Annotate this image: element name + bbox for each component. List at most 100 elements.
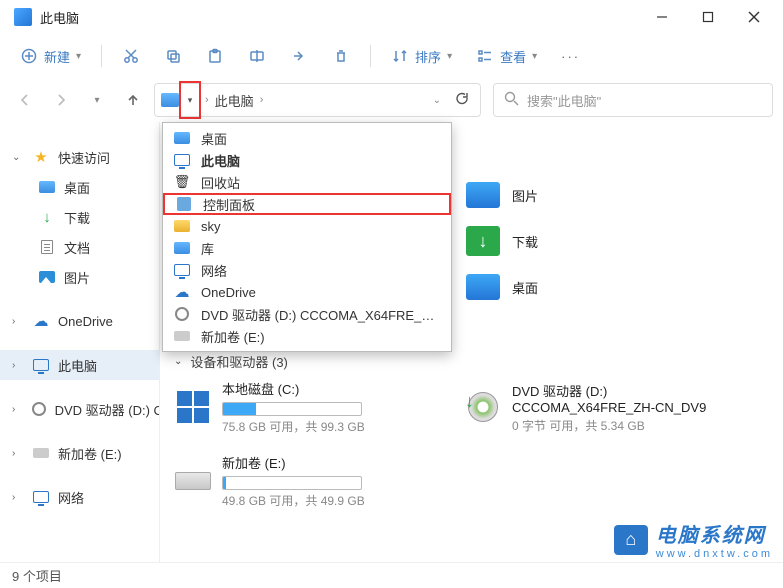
cloud-icon: ☁	[173, 283, 191, 301]
chevron-down-icon: ⌄	[174, 356, 182, 367]
dropdown-onedrive[interactable]: ☁OneDrive	[163, 281, 451, 303]
sort-icon	[391, 47, 409, 65]
app-icon	[14, 8, 32, 26]
chevron-right-icon: ›	[12, 492, 24, 503]
cut-button[interactable]	[112, 41, 150, 71]
forward-button[interactable]	[46, 85, 76, 115]
sidebar-documents[interactable]: 文档	[0, 232, 159, 262]
document-icon	[41, 240, 53, 254]
capacity-bar	[222, 402, 362, 416]
more-icon: ···	[561, 49, 580, 64]
share-button[interactable]	[280, 41, 318, 71]
delete-button[interactable]	[322, 41, 360, 71]
sidebar-quick-access[interactable]: ⌄★快速访问	[0, 142, 159, 172]
network-icon	[33, 491, 49, 503]
up-button[interactable]	[118, 85, 148, 115]
maximize-button[interactable]	[685, 2, 731, 32]
sidebar-label: 文档	[64, 238, 90, 257]
search-placeholder: 搜索"此电脑"	[527, 91, 601, 110]
drive-icon	[175, 472, 211, 490]
disc-icon	[175, 307, 189, 321]
view-icon	[476, 47, 494, 65]
disc-icon: ↓	[468, 392, 498, 422]
dropdown-sky[interactable]: sky	[163, 215, 451, 237]
refresh-button[interactable]	[455, 91, 470, 109]
sidebar-desktop[interactable]: 桌面	[0, 172, 159, 202]
title-bar: 此电脑	[0, 0, 783, 34]
sidebar-label: 下载	[64, 208, 90, 227]
folder-icon	[466, 274, 500, 300]
download-icon: ↓	[38, 208, 56, 226]
item-pictures[interactable]: 图片	[460, 172, 720, 218]
item-desktop[interactable]: 桌面	[460, 264, 720, 310]
dropdown-dvd[interactable]: DVD 驱动器 (D:) CCCOMA_X64FRE_ZH-C...	[163, 303, 451, 325]
content-pane: 桌面 此电脑 🗑回收站 控制面板 sky 库 网络 ☁OneDrive DVD …	[160, 122, 783, 562]
dropdown-control-panel[interactable]: 控制面板	[163, 193, 451, 215]
dropdown-this-pc[interactable]: 此电脑	[163, 149, 451, 171]
sidebar-label: 新加卷 (E:)	[58, 444, 122, 463]
rename-icon	[248, 47, 266, 65]
folder-icon	[466, 182, 500, 208]
copy-button[interactable]	[154, 41, 192, 71]
rename-button[interactable]	[238, 41, 276, 71]
paste-button[interactable]	[196, 41, 234, 71]
dropdown-new-volume[interactable]: 新加卷 (E:)	[163, 325, 451, 347]
drive-icon	[33, 448, 49, 458]
cloud-icon: ☁	[32, 312, 50, 330]
sidebar: ⌄★快速访问 桌面 ↓ 下载 文档 图片 › ☁ OneDrive ›此电脑 › DVD…	[0, 122, 160, 562]
address-dropdown-button[interactable]: ▾	[183, 93, 197, 107]
sort-button[interactable]: 排序 ▾	[381, 41, 462, 72]
search-input[interactable]: 搜索"此电脑"	[493, 83, 773, 117]
view-label: 查看	[500, 47, 526, 66]
recent-button[interactable]: ▾	[82, 85, 112, 115]
item-count: 9 个项目	[12, 566, 62, 585]
new-label: 新建	[44, 47, 70, 66]
chevron-down-icon: ▾	[447, 51, 452, 62]
sidebar-pictures[interactable]: 图片	[0, 262, 159, 292]
drive-icon	[174, 331, 190, 341]
address-bar[interactable]: ▾ › 此电脑 › ⌄	[154, 83, 481, 117]
dropdown-desktop[interactable]: 桌面	[163, 127, 451, 149]
item-e-drive[interactable]: 新加卷 (E:) 49.8 GB 可用，共 49.9 GB	[170, 449, 430, 513]
chevron-down-icon[interactable]: ⌄	[433, 95, 441, 106]
chevron-down-icon: ▾	[532, 51, 537, 62]
sidebar-downloads[interactable]: ↓ 下载	[0, 202, 159, 232]
sidebar-new-volume[interactable]: › 新加卷 (E:)	[0, 438, 159, 468]
chevron-down-icon: ▾	[76, 51, 81, 62]
close-button[interactable]	[731, 2, 777, 32]
dropdown-recycle[interactable]: 🗑回收站	[163, 171, 451, 193]
sidebar-onedrive[interactable]: ›☁OneDrive	[0, 306, 159, 336]
item-c-drive[interactable]: 本地磁盘 (C:) 75.8 GB 可用，共 99.3 GB	[170, 375, 430, 439]
sidebar-label: DVD 驱动器 (D:) CC	[55, 400, 159, 419]
chevron-right-icon: ›	[12, 404, 23, 415]
dropdown-network[interactable]: 网络	[163, 259, 451, 281]
nav-row: ▾ ▾ › 此电脑 › ⌄ 搜索"此电脑"	[0, 78, 783, 122]
chevron-right-icon[interactable]: ›	[258, 94, 266, 106]
view-button[interactable]: 查看 ▾	[466, 41, 547, 72]
chevron-right-icon: ›	[12, 360, 24, 371]
control-panel-icon	[177, 197, 191, 211]
dropdown-libraries[interactable]: 库	[163, 237, 451, 259]
item-downloads[interactable]: ↓下载	[460, 218, 720, 264]
cut-icon	[122, 47, 140, 65]
sidebar-dvd[interactable]: › DVD 驱动器 (D:) CC	[0, 394, 159, 424]
new-button[interactable]: 新建 ▾	[10, 41, 91, 72]
folder-icon	[39, 181, 55, 193]
share-icon	[290, 47, 308, 65]
minimize-button[interactable]	[639, 2, 685, 32]
breadcrumb-this-pc[interactable]: 此电脑	[211, 91, 258, 110]
copy-icon	[164, 47, 182, 65]
sidebar-this-pc[interactable]: ›此电脑	[0, 350, 159, 380]
star-icon: ★	[32, 148, 50, 166]
address-dropdown: 桌面 此电脑 🗑回收站 控制面板 sky 库 网络 ☁OneDrive DVD …	[162, 122, 452, 352]
status-bar: 9 个项目	[0, 562, 783, 588]
item-dvd-drive[interactable]: ↓ DVD 驱动器 (D:) CCCOMA_X64FRE_ZH-CN_DV9 0…	[460, 375, 720, 439]
back-button[interactable]	[10, 85, 40, 115]
sidebar-label: 网络	[58, 488, 84, 507]
chevron-down-icon: ▾	[188, 95, 193, 106]
chevron-right-icon[interactable]: ›	[203, 94, 211, 106]
sidebar-label: OneDrive	[58, 314, 113, 329]
chevron-right-icon: ›	[12, 448, 24, 459]
sidebar-network[interactable]: › 网络	[0, 482, 159, 512]
more-button[interactable]: ···	[551, 43, 590, 70]
